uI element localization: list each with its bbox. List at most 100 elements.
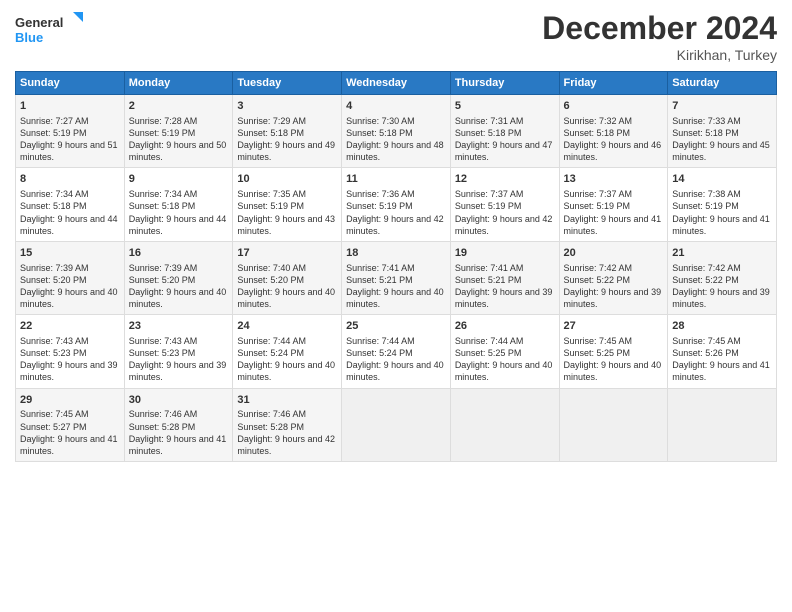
table-cell: 23Sunrise: 7:43 AMSunset: 5:23 PMDayligh…	[124, 315, 233, 388]
sunset: Sunset: 5:25 PM	[455, 348, 522, 358]
daylight: Daylight: 9 hours and 40 minutes.	[237, 360, 335, 382]
table-cell: 11Sunrise: 7:36 AMSunset: 5:19 PMDayligh…	[342, 168, 451, 241]
calendar-body: 1Sunrise: 7:27 AMSunset: 5:19 PMDaylight…	[16, 95, 777, 462]
sunset: Sunset: 5:18 PM	[129, 201, 196, 211]
table-cell: 10Sunrise: 7:35 AMSunset: 5:19 PMDayligh…	[233, 168, 342, 241]
table-row: 29Sunrise: 7:45 AMSunset: 5:27 PMDayligh…	[16, 388, 777, 461]
sunrise: Sunrise: 7:41 AM	[455, 263, 524, 273]
table-cell: 26 Sunrise: 7:44 AM Sunset: 5:25 PM Dayligh…	[450, 315, 559, 388]
daylight: Daylight: 9 hours and 47 minutes.	[455, 140, 553, 162]
day-number: 2	[129, 99, 229, 114]
table-cell: 12Sunrise: 7:37 AMSunset: 5:19 PMDayligh…	[450, 168, 559, 241]
table-cell: 16Sunrise: 7:39 AMSunset: 5:20 PMDayligh…	[124, 241, 233, 314]
sunset: Sunset: 5:19 PM	[672, 201, 739, 211]
sunset: Sunset: 5:27 PM	[20, 422, 87, 432]
daylight: Daylight: 9 hours and 39 minutes.	[564, 287, 662, 309]
table-cell: 30Sunrise: 7:46 AMSunset: 5:28 PMDayligh…	[124, 388, 233, 461]
title-block: December 2024 Kirikhan, Turkey	[542, 10, 777, 63]
day-number: 15	[20, 246, 120, 261]
table-row: 15Sunrise: 7:39 AMSunset: 5:20 PMDayligh…	[16, 241, 777, 314]
sunset: Sunset: 5:23 PM	[129, 348, 196, 358]
sunrise: Sunrise: 7:35 AM	[237, 189, 306, 199]
col-thursday: Thursday	[450, 72, 559, 95]
table-cell	[450, 388, 559, 461]
day-number: 14	[672, 172, 772, 187]
day-number: 8	[20, 172, 120, 187]
table-cell	[668, 388, 777, 461]
sunset: Sunset: 5:24 PM	[237, 348, 304, 358]
daylight: Daylight: 9 hours and 41 minutes.	[20, 434, 118, 456]
daylight: Daylight: 9 hours and 41 minutes.	[672, 214, 770, 236]
day-number: 26	[455, 319, 555, 334]
table-cell: 24Sunrise: 7:44 AMSunset: 5:24 PMDayligh…	[233, 315, 342, 388]
daylight: Daylight: 9 hours and 40 minutes.	[346, 287, 444, 309]
location: Kirikhan, Turkey	[542, 47, 777, 63]
col-monday: Monday	[124, 72, 233, 95]
table-cell: 31Sunrise: 7:46 AM Sunset: 5:28 PM Dayligh…	[233, 388, 342, 461]
table-cell: 1Sunrise: 7:27 AMSunset: 5:19 PMDaylight…	[16, 95, 125, 168]
sunset: Sunset: 5:23 PM	[20, 348, 87, 358]
sunrise: Sunrise: 7:42 AM	[564, 263, 633, 273]
table-cell: 27Sunrise: 7:45 AMSunset: 5:25 PMDayligh…	[559, 315, 668, 388]
calendar-table: Sunday Monday Tuesday Wednesday Thursday…	[15, 71, 777, 462]
day-number: 25	[346, 319, 446, 334]
table-cell: 21Sunrise: 7:42 AMSunset: 5:22 PMDayligh…	[668, 241, 777, 314]
col-friday: Friday	[559, 72, 668, 95]
day-number: 1	[20, 99, 120, 114]
sunrise: Sunrise: 7:44 AM	[455, 336, 524, 346]
table-cell: 5Sunrise: 7:31 AMSunset: 5:18 PMDaylight…	[450, 95, 559, 168]
sunset: Sunset: 5:18 PM	[346, 128, 413, 138]
sunrise: Sunrise: 7:40 AM	[237, 263, 306, 273]
month-title: December 2024	[542, 10, 777, 47]
sunset: Sunset: 5:24 PM	[346, 348, 413, 358]
day-number: 23	[129, 319, 229, 334]
day-number: 19	[455, 246, 555, 261]
table-row: 1Sunrise: 7:27 AMSunset: 5:19 PMDaylight…	[16, 95, 777, 168]
sunrise: Sunrise: 7:44 AM	[346, 336, 415, 346]
sunrise: Sunrise: 7:37 AM	[564, 189, 633, 199]
day-number: 6	[564, 99, 664, 114]
logo: General Blue	[15, 10, 85, 50]
day-number: 9	[129, 172, 229, 187]
day-number: 21	[672, 246, 772, 261]
table-cell: 19Sunrise: 7:41 AMSunset: 5:21 PMDayligh…	[450, 241, 559, 314]
sunset: Sunset: 5:28 PM	[237, 422, 304, 432]
day-number: 13	[564, 172, 664, 187]
svg-text:Blue: Blue	[15, 30, 43, 45]
sunrise: Sunrise: 7:28 AM	[129, 116, 198, 126]
daylight: Daylight: 9 hours and 40 minutes.	[455, 360, 553, 382]
daylight: Daylight: 9 hours and 41 minutes.	[564, 214, 662, 236]
table-cell: 20Sunrise: 7:42 AMSunset: 5:22 PMDayligh…	[559, 241, 668, 314]
calendar-page: General Blue December 2024 Kirikhan, Tur…	[0, 0, 792, 612]
sunrise: Sunrise: 7:46 AM	[237, 409, 306, 419]
daylight: Daylight: 9 hours and 42 minutes.	[237, 434, 335, 456]
day-number: 5	[455, 99, 555, 114]
table-cell: 14Sunrise: 7:38 AMSunset: 5:19 PMDayligh…	[668, 168, 777, 241]
table-cell	[342, 388, 451, 461]
table-cell: 8Sunrise: 7:34 AMSunset: 5:18 PMDaylight…	[16, 168, 125, 241]
sunrise: Sunrise: 7:45 AM	[672, 336, 741, 346]
table-cell: 28Sunrise: 7:45 AMSunset: 5:26 PMDayligh…	[668, 315, 777, 388]
daylight: Daylight: 9 hours and 50 minutes.	[129, 140, 227, 162]
sunrise: Sunrise: 7:33 AM	[672, 116, 741, 126]
day-number: 24	[237, 319, 337, 334]
sunset: Sunset: 5:19 PM	[346, 201, 413, 211]
sunset: Sunset: 5:18 PM	[237, 128, 304, 138]
day-number: 7	[672, 99, 772, 114]
table-cell: 4Sunrise: 7:30 AMSunset: 5:18 PMDaylight…	[342, 95, 451, 168]
day-number: 31	[237, 393, 337, 408]
daylight: Daylight: 9 hours and 40 minutes.	[564, 360, 662, 382]
day-number: 22	[20, 319, 120, 334]
sunset: Sunset: 5:22 PM	[672, 275, 739, 285]
col-sunday: Sunday	[16, 72, 125, 95]
table-cell: 6Sunrise: 7:32 AMSunset: 5:18 PMDaylight…	[559, 95, 668, 168]
day-number: 11	[346, 172, 446, 187]
table-cell: 15Sunrise: 7:39 AMSunset: 5:20 PMDayligh…	[16, 241, 125, 314]
table-cell: 3Sunrise: 7:29 AMSunset: 5:18 PMDaylight…	[233, 95, 342, 168]
day-number: 18	[346, 246, 446, 261]
table-cell: 9Sunrise: 7:34 AMSunset: 5:18 PMDaylight…	[124, 168, 233, 241]
table-cell: 29Sunrise: 7:45 AMSunset: 5:27 PMDayligh…	[16, 388, 125, 461]
sunset: Sunset: 5:20 PM	[129, 275, 196, 285]
sunrise: Sunrise: 7:32 AM	[564, 116, 633, 126]
sunset: Sunset: 5:19 PM	[237, 201, 304, 211]
